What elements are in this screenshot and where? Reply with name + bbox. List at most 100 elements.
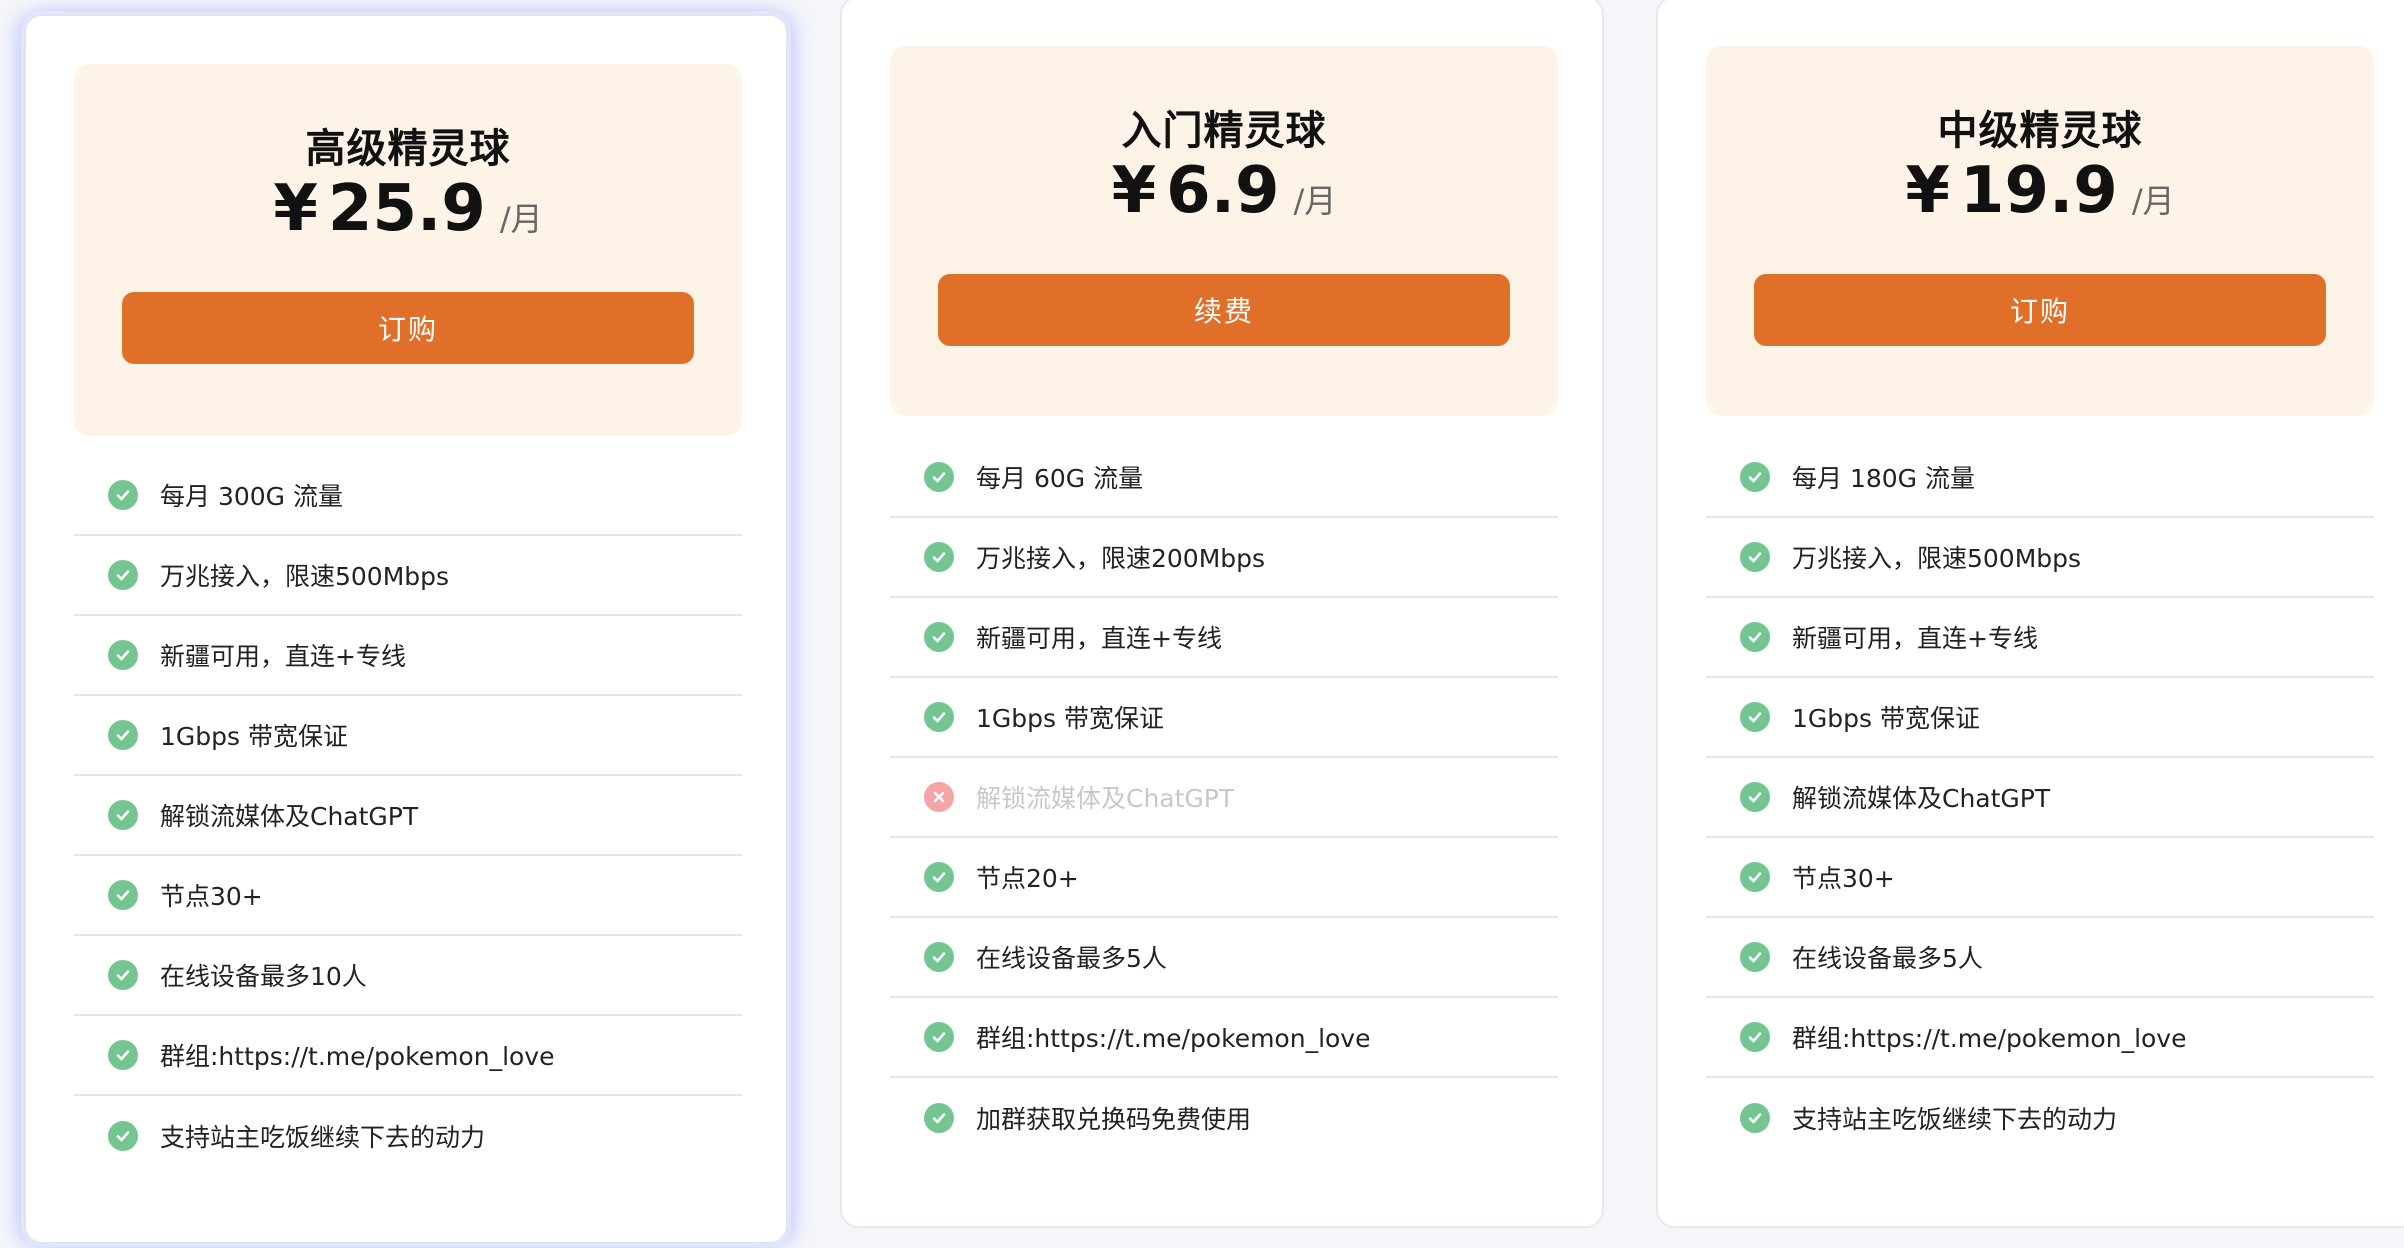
check-circle-icon <box>108 720 138 750</box>
feature-text: 每月 300G 流量 <box>160 482 343 511</box>
feature-text: 解锁流媒体及ChatGPT <box>160 802 419 831</box>
feature-item: 节点30+ <box>1706 838 2374 918</box>
feature-item: 群组:https://t.me/pokemon_love <box>74 1016 742 1096</box>
feature-item: 支持站主吃饭继续下去的动力 <box>1706 1078 2374 1158</box>
check-circle-icon <box>1740 702 1770 732</box>
feature-text: 万兆接入，限速200Mbps <box>976 544 1266 573</box>
feature-text: 群组:https://t.me/pokemon_love <box>1792 1024 2187 1053</box>
check-circle-icon <box>1740 782 1770 812</box>
feature-item: 在线设备最多10人 <box>74 936 742 1016</box>
feature-text: 支持站主吃饭继续下去的动力 <box>160 1123 486 1152</box>
price-amount: 6.9 <box>1166 154 1280 228</box>
check-circle-icon <box>1740 542 1770 572</box>
feature-text: 1Gbps 带宽保证 <box>160 722 348 751</box>
feature-text: 加群获取兑换码免费使用 <box>976 1105 1252 1134</box>
check-circle-icon <box>108 880 138 910</box>
feature-text: 1Gbps 带宽保证 <box>976 704 1164 733</box>
currency-symbol: ¥ <box>273 172 318 246</box>
feature-text: 1Gbps 带宽保证 <box>1792 704 1980 733</box>
feature-item: 1Gbps 带宽保证 <box>1706 678 2374 758</box>
feature-text: 群组:https://t.me/pokemon_love <box>976 1024 1371 1053</box>
feature-item: 在线设备最多5人 <box>1706 918 2374 998</box>
feature-item: 群组:https://t.me/pokemon_love <box>890 998 1558 1078</box>
feature-item: 万兆接入，限速500Mbps <box>1706 518 2374 598</box>
feature-item: 解锁流媒体及ChatGPT <box>1706 758 2374 838</box>
feature-text: 每月 60G 流量 <box>976 464 1144 493</box>
check-circle-icon <box>924 702 954 732</box>
price-period: /月 <box>2131 182 2175 220</box>
check-circle-icon <box>108 800 138 830</box>
feature-item: 节点30+ <box>74 856 742 936</box>
check-circle-icon <box>1740 622 1770 652</box>
feature-item: 每月 300G 流量 <box>74 456 742 536</box>
feature-item: 1Gbps 带宽保证 <box>74 696 742 776</box>
feature-text: 新疆可用，直连+专线 <box>1792 624 2038 653</box>
feature-text: 新疆可用，直连+专线 <box>160 642 406 671</box>
feature-text: 万兆接入，限速500Mbps <box>1792 544 2082 573</box>
plan-name: 高级精灵球 <box>305 126 511 172</box>
plan-card-premium[interactable]: 高级精灵球 ¥25.9/月 订购 每月 300G 流量万兆接入，限速500Mbp… <box>24 14 788 1244</box>
check-circle-icon <box>924 862 954 892</box>
feature-text: 新疆可用，直连+专线 <box>976 624 1222 653</box>
plan-header: 中级精灵球 ¥19.9/月 订购 <box>1706 46 2374 416</box>
plan-card-intermediate[interactable]: 中级精灵球 ¥19.9/月 订购 每月 180G 流量万兆接入，限速500Mbp… <box>1656 0 2404 1228</box>
feature-text: 群组:https://t.me/pokemon_love <box>160 1042 555 1071</box>
feature-list: 每月 60G 流量万兆接入，限速200Mbps 新疆可用，直连+专线 1Gbps 带… <box>890 438 1558 1158</box>
check-circle-icon <box>108 1121 138 1151</box>
feature-item: 新疆可用，直连+专线 <box>1706 598 2374 678</box>
check-circle-icon <box>924 1022 954 1052</box>
check-circle-icon <box>1740 862 1770 892</box>
feature-text: 万兆接入，限速500Mbps <box>160 562 450 591</box>
check-circle-icon <box>924 462 954 492</box>
plan-name: 入门精灵球 <box>1121 108 1327 154</box>
feature-item: 解锁流媒体及ChatGPT <box>74 776 742 856</box>
check-circle-icon <box>924 1103 954 1133</box>
feature-text: 每月 180G 流量 <box>1792 464 1975 493</box>
cross-circle-icon <box>924 782 954 812</box>
feature-item: 新疆可用，直连+专线 <box>890 598 1558 678</box>
price-amount: 19.9 <box>1959 154 2118 228</box>
check-circle-icon <box>1740 1103 1770 1133</box>
feature-item: 万兆接入，限速500Mbps <box>74 536 742 616</box>
feature-text: 支持站主吃饭继续下去的动力 <box>1792 1105 2118 1134</box>
feature-text: 节点30+ <box>160 882 263 911</box>
feature-item: 每月 60G 流量 <box>890 438 1558 518</box>
subscribe-button[interactable]: 订购 <box>1754 274 2326 346</box>
check-circle-icon <box>108 640 138 670</box>
price-row: ¥25.9/月 <box>74 172 742 246</box>
check-circle-icon <box>1740 462 1770 492</box>
feature-item: 解锁流媒体及ChatGPT <box>890 758 1558 838</box>
plan-name: 中级精灵球 <box>1937 108 2143 154</box>
currency-symbol: ¥ <box>1111 154 1157 228</box>
check-circle-icon <box>1740 1022 1770 1052</box>
feature-text: 在线设备最多5人 <box>976 944 1167 973</box>
price-amount: 25.9 <box>327 172 486 246</box>
pricing-plans: 高级精灵球 ¥25.9/月 订购 每月 300G 流量万兆接入，限速500Mbp… <box>0 0 2404 1248</box>
check-circle-icon <box>924 542 954 572</box>
feature-text: 节点20+ <box>976 864 1079 893</box>
check-circle-icon <box>108 1040 138 1070</box>
price-period: /月 <box>499 200 543 238</box>
price-period: /月 <box>1293 182 1337 220</box>
feature-item: 群组:https://t.me/pokemon_love <box>1706 998 2374 1078</box>
feature-text: 解锁流媒体及ChatGPT <box>1792 784 2051 813</box>
check-circle-icon <box>108 560 138 590</box>
check-circle-icon <box>108 480 138 510</box>
check-circle-icon <box>1740 942 1770 972</box>
feature-item: 新疆可用，直连+专线 <box>74 616 742 696</box>
feature-text: 在线设备最多10人 <box>160 962 367 991</box>
feature-item: 在线设备最多5人 <box>890 918 1558 998</box>
feature-text: 节点30+ <box>1792 864 1895 893</box>
plan-header: 入门精灵球 ¥6.9/月 续费 <box>890 46 1558 416</box>
price-row: ¥19.9/月 <box>1706 154 2374 228</box>
feature-list: 每月 180G 流量万兆接入，限速500Mbps 新疆可用，直连+专线 1Gbps … <box>1706 438 2374 1158</box>
plan-header: 高级精灵球 ¥25.9/月 订购 <box>74 64 742 436</box>
renew-button[interactable]: 续费 <box>938 274 1510 346</box>
feature-item: 万兆接入，限速200Mbps <box>890 518 1558 598</box>
feature-item: 加群获取兑换码免费使用 <box>890 1078 1558 1158</box>
feature-item: 节点20+ <box>890 838 1558 918</box>
price-row: ¥6.9/月 <box>890 154 1558 228</box>
feature-item: 每月 180G 流量 <box>1706 438 2374 518</box>
plan-card-starter[interactable]: 入门精灵球 ¥6.9/月 续费 每月 60G 流量万兆接入，限速200Mbps 新… <box>840 0 1604 1228</box>
subscribe-button[interactable]: 订购 <box>122 292 694 364</box>
